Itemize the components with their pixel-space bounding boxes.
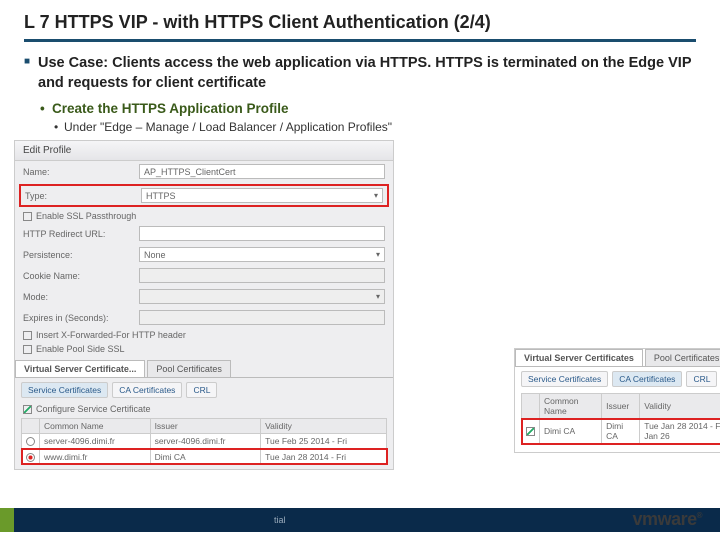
subtab-ca-cert[interactable]: CA Certificates [612, 371, 682, 387]
tab-pool-cert[interactable]: Pool Certificates [645, 349, 720, 366]
cookie-label: Cookie Name: [23, 271, 133, 281]
subtab-crl[interactable]: CRL [186, 382, 217, 398]
subtab-ca-cert[interactable]: CA Certificates [112, 382, 182, 398]
tab-virtual-server-cert[interactable]: Virtual Server Certificate... [15, 360, 145, 377]
tab-pool-cert[interactable]: Pool Certificates [147, 360, 231, 377]
bullet-path: Under "Edge – Manage / Load Balancer / A… [24, 120, 696, 134]
cookie-field[interactable] [139, 268, 385, 283]
slide-title: L 7 HTTPS VIP - with HTTPS Client Authen… [24, 12, 696, 42]
redirect-label: HTTP Redirect URL: [23, 229, 133, 239]
type-label: Type: [25, 191, 135, 201]
redirect-field[interactable] [139, 226, 385, 241]
dialog-title: Edit Profile [15, 141, 393, 161]
footer-accent [0, 508, 14, 532]
poolssl-checkbox[interactable] [23, 345, 32, 354]
cert-panel-right: Virtual Server Certificates Pool Certifi… [514, 348, 720, 453]
table-row[interactable]: server-4096.dimi.frserver-4096.dimi.frTu… [22, 434, 387, 449]
checkbox-icon[interactable] [526, 427, 535, 436]
persistence-label: Persistence: [23, 250, 133, 260]
name-label: Name: [23, 167, 133, 177]
table-row[interactable]: www.dimi.frDimi CATue Jan 28 2014 - Fri [22, 449, 387, 464]
xff-label: Insert X-Forwarded-For HTTP header [36, 330, 186, 340]
xff-checkbox[interactable] [23, 331, 32, 340]
bullet-usecase: Use Case: Clients access the web applica… [24, 54, 696, 93]
radio-icon[interactable] [26, 453, 35, 462]
tab-virtual-server-cert[interactable]: Virtual Server Certificates [515, 349, 643, 366]
table-row[interactable]: Dimi CADimi CATue Jan 28 2014 - Fri Jan … [522, 419, 720, 444]
expires-label: Expires in (Seconds): [23, 313, 133, 323]
persistence-select[interactable]: None▾ [139, 247, 385, 262]
name-field[interactable]: AP_HTTPS_ClientCert [139, 164, 385, 179]
edit-profile-dialog: Edit Profile Name: AP_HTTPS_ClientCert T… [14, 140, 394, 470]
ssl-passthrough-label: Enable SSL Passthrough [36, 211, 136, 221]
configure-service-cert-label: Configure Service Certificate [36, 404, 151, 414]
poolssl-label: Enable Pool Side SSL [36, 344, 125, 354]
footer-strip: tial [14, 508, 720, 532]
bullet-create-profile: Create the HTTPS Application Profile [24, 101, 696, 116]
expires-field[interactable] [139, 310, 385, 325]
ssl-passthrough-checkbox[interactable] [23, 212, 32, 221]
service-cert-table: Common NameIssuerValidity server-4096.di… [21, 418, 387, 465]
footer-bar: tial [0, 508, 720, 532]
chevron-down-icon: ▾ [376, 292, 380, 301]
subtab-service-cert[interactable]: Service Certificates [521, 371, 608, 387]
vmware-logo: vmware® [633, 509, 702, 530]
type-select[interactable]: HTTPS▾ [141, 188, 383, 203]
subtab-crl[interactable]: CRL [686, 371, 717, 387]
ca-cert-table: Common NameIssuerValidity Dimi CADimi CA… [521, 393, 720, 444]
subtab-service-cert[interactable]: Service Certificates [21, 382, 108, 398]
mode-select[interactable]: ▾ [139, 289, 385, 304]
radio-icon[interactable] [26, 437, 35, 446]
chevron-down-icon: ▾ [374, 191, 378, 200]
mode-label: Mode: [23, 292, 133, 302]
configure-service-cert-checkbox[interactable] [23, 405, 32, 414]
chevron-down-icon: ▾ [376, 250, 380, 259]
